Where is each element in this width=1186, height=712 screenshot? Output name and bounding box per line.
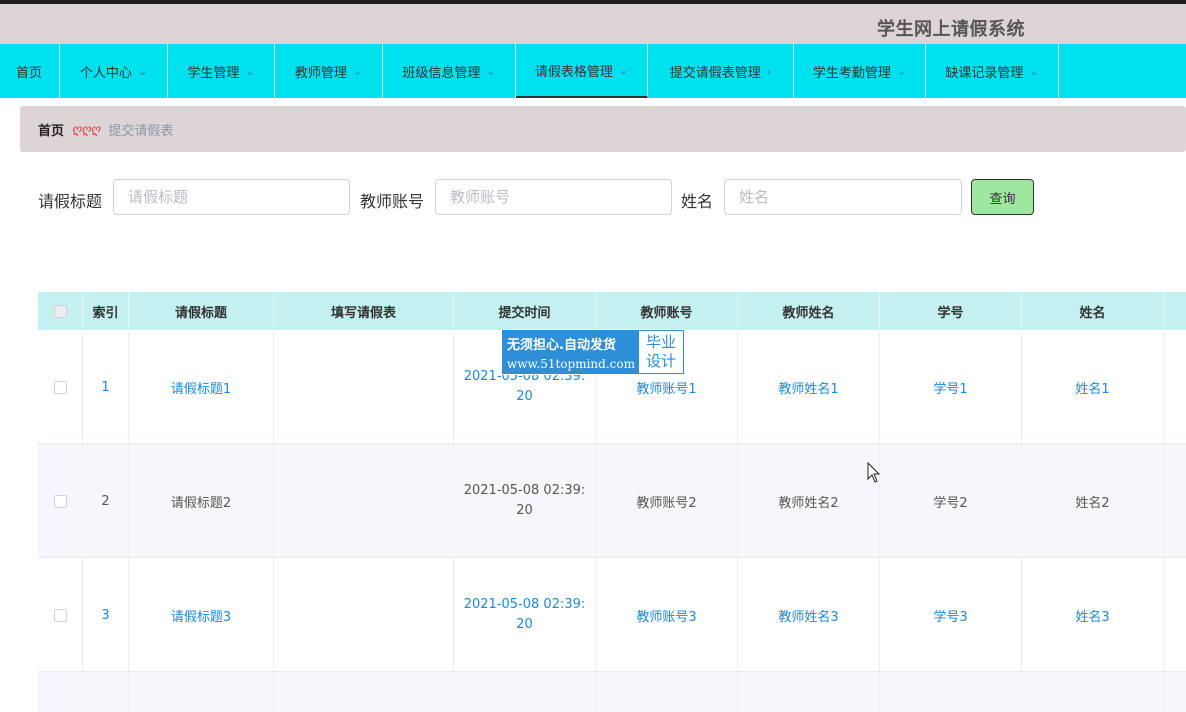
title-bar: 学生网上请假系统 bbox=[0, 4, 1186, 44]
cell-title[interactable]: 请假标题2 bbox=[129, 444, 274, 558]
header-index: 索引 bbox=[83, 292, 129, 330]
chevron-down-icon: ⌄ bbox=[486, 64, 496, 78]
cell-time: 2021-05-08 02:39:20 bbox=[454, 558, 596, 672]
chevron-down-icon: ⌄ bbox=[896, 64, 907, 78]
header-select-all[interactable] bbox=[38, 292, 83, 330]
checkbox-icon[interactable] bbox=[53, 608, 67, 622]
search-name-input[interactable] bbox=[724, 179, 962, 215]
cell-teacher-name: 教师姓名2 bbox=[738, 444, 880, 558]
cell-title[interactable]: 请假标题1 bbox=[129, 330, 274, 444]
watermark-text: 无须担心.自动发货 www.51topmind.com bbox=[502, 330, 638, 374]
nav-item-label: 学生考勤管理 bbox=[812, 65, 891, 81]
breadcrumb-separator-icon: ღღღ bbox=[72, 122, 101, 136]
watermark-url: www.51topmind.com bbox=[507, 357, 635, 371]
cell-teacher-account bbox=[596, 672, 738, 712]
cell-index: 2 bbox=[83, 444, 129, 558]
nav-item-label: 教师管理 bbox=[294, 65, 347, 81]
nav-item-attendance-management[interactable]: 学生考勤管理 ⌄ bbox=[794, 44, 926, 98]
cell-index bbox=[83, 672, 129, 712]
nav-item-leave-form-management[interactable]: 请假表格管理 ⌄ bbox=[516, 44, 648, 98]
header-teacher-name: 教师姓名 bbox=[738, 292, 880, 330]
cell-title[interactable]: 请假标题3 bbox=[129, 558, 274, 672]
checkbox-icon[interactable] bbox=[53, 380, 67, 394]
nav-item-student-management[interactable]: 学生管理 ⌄ bbox=[168, 44, 275, 98]
cell-time: 2021-05-08 02:39:20 bbox=[454, 444, 596, 558]
checkbox-icon[interactable] bbox=[53, 304, 67, 318]
cell-teacher-name: 教师姓名1 bbox=[738, 330, 880, 444]
nav-item-label: 个人中心 bbox=[79, 65, 132, 81]
cell-teacher-account: 教师账号2 bbox=[596, 444, 738, 558]
mouse-cursor-icon bbox=[867, 462, 881, 483]
query-button[interactable]: 查询 bbox=[971, 179, 1034, 215]
cell-form bbox=[274, 330, 454, 444]
chevron-down-icon: ⌄ bbox=[1029, 64, 1039, 78]
nav-item-class-info-management[interactable]: 班级信息管理 ⌄ bbox=[383, 44, 516, 98]
cell-form bbox=[274, 558, 454, 672]
cell-name: 姓名2 bbox=[1022, 444, 1164, 558]
nav-item-label: 提交请假表管理 bbox=[669, 65, 761, 81]
breadcrumb-current: 提交请假表 bbox=[108, 123, 174, 139]
header-title: 请假标题 bbox=[129, 292, 274, 330]
header-form: 填写请假表 bbox=[274, 292, 454, 330]
nav-item-label: 学生管理 bbox=[187, 65, 240, 81]
header-time: 提交时间 bbox=[454, 292, 596, 330]
cell-name: 姓名3 bbox=[1022, 558, 1164, 672]
header-student-id: 学号 bbox=[880, 292, 1022, 330]
breadcrumb: 首页 ღღღ 提交请假表 bbox=[20, 106, 1186, 152]
cell-student-id bbox=[880, 672, 1022, 712]
cell-form bbox=[274, 444, 454, 558]
cell-student-id: 学号1 bbox=[880, 330, 1022, 444]
chevron-down-icon: ⌄ bbox=[137, 64, 148, 78]
cell-index: 1 bbox=[83, 330, 129, 444]
watermark-side-line1: 毕业 bbox=[645, 333, 676, 351]
nav-item-label: 班级信息管理 bbox=[402, 65, 481, 81]
cell-teacher-name bbox=[738, 672, 880, 712]
cell-title bbox=[129, 672, 274, 712]
watermark-side-line2: 设计 bbox=[645, 352, 676, 370]
row-select-cell bbox=[38, 672, 83, 712]
cell-form bbox=[274, 672, 454, 712]
chevron-down-icon: ⌄ bbox=[618, 63, 629, 77]
header-name: 姓名 bbox=[1022, 292, 1164, 330]
search-name-label: 姓名 bbox=[681, 192, 714, 211]
cell-student-id: 学号2 bbox=[880, 444, 1022, 558]
header-teacher-account: 教师账号 bbox=[596, 292, 738, 330]
watermark-side: 毕业 设计 bbox=[639, 331, 683, 373]
cell-name: 姓名1 bbox=[1022, 330, 1164, 444]
row-select-cell bbox=[38, 444, 83, 558]
checkbox-icon[interactable] bbox=[53, 494, 67, 508]
watermark-badge: 无须担心.自动发货 www.51topmind.com 毕业 设计 bbox=[501, 329, 685, 375]
chevron-left-icon: ‹ bbox=[766, 64, 772, 78]
cell-name bbox=[1022, 672, 1164, 712]
table-row[interactable]: 3 请假标题3 2021-05-08 02:39:20 教师账号3 教师姓名3 … bbox=[38, 558, 1186, 672]
nav-item-home[interactable]: 首页 bbox=[0, 44, 60, 98]
cell-index: 3 bbox=[83, 558, 129, 672]
cell-student-id: 学号3 bbox=[880, 558, 1022, 672]
search-teacher-label: 教师账号 bbox=[360, 192, 425, 211]
app-title: 学生网上请假系统 bbox=[877, 19, 1025, 40]
cell-time bbox=[454, 672, 596, 712]
search-title-input[interactable] bbox=[113, 179, 350, 215]
search-teacher-input[interactable] bbox=[435, 179, 672, 215]
main-nav: 首页 个人中心 ⌄ 学生管理 ⌄ 教师管理 ⌄ 班级信息管理 ⌄ 请假表格管理 … bbox=[0, 44, 1186, 98]
row-select-cell bbox=[38, 330, 83, 444]
nav-item-label: 请假表格管理 bbox=[534, 64, 613, 80]
nav-item-submit-leave-management[interactable]: 提交请假表管理 ‹ bbox=[648, 44, 794, 98]
nav-item-personal-center[interactable]: 个人中心 ⌄ bbox=[60, 44, 168, 98]
cell-teacher-name: 教师姓名3 bbox=[738, 558, 880, 672]
table-row[interactable] bbox=[38, 672, 1186, 712]
watermark-main: 无须担心.自动发货 bbox=[507, 338, 616, 353]
nav-item-absence-record-management[interactable]: 缺课记录管理 ⌄ bbox=[926, 44, 1059, 98]
table-row[interactable]: 2 请假标题2 2021-05-08 02:39:20 教师账号2 教师姓名2 … bbox=[38, 444, 1186, 558]
nav-item-teacher-management[interactable]: 教师管理 ⌄ bbox=[275, 44, 383, 98]
nav-item-label: 首页 bbox=[16, 66, 43, 81]
table-header: 索引 请假标题 填写请假表 提交时间 教师账号 教师姓名 学号 姓名 bbox=[38, 292, 1186, 330]
row-select-cell bbox=[38, 558, 83, 672]
chevron-down-icon: ⌄ bbox=[245, 64, 255, 78]
nav-item-label: 缺课记录管理 bbox=[945, 65, 1024, 81]
chevron-down-icon: ⌄ bbox=[352, 64, 363, 78]
cell-teacher-account: 教师账号3 bbox=[596, 558, 738, 672]
search-title-label: 请假标题 bbox=[38, 192, 103, 211]
breadcrumb-home[interactable]: 首页 bbox=[38, 120, 64, 139]
